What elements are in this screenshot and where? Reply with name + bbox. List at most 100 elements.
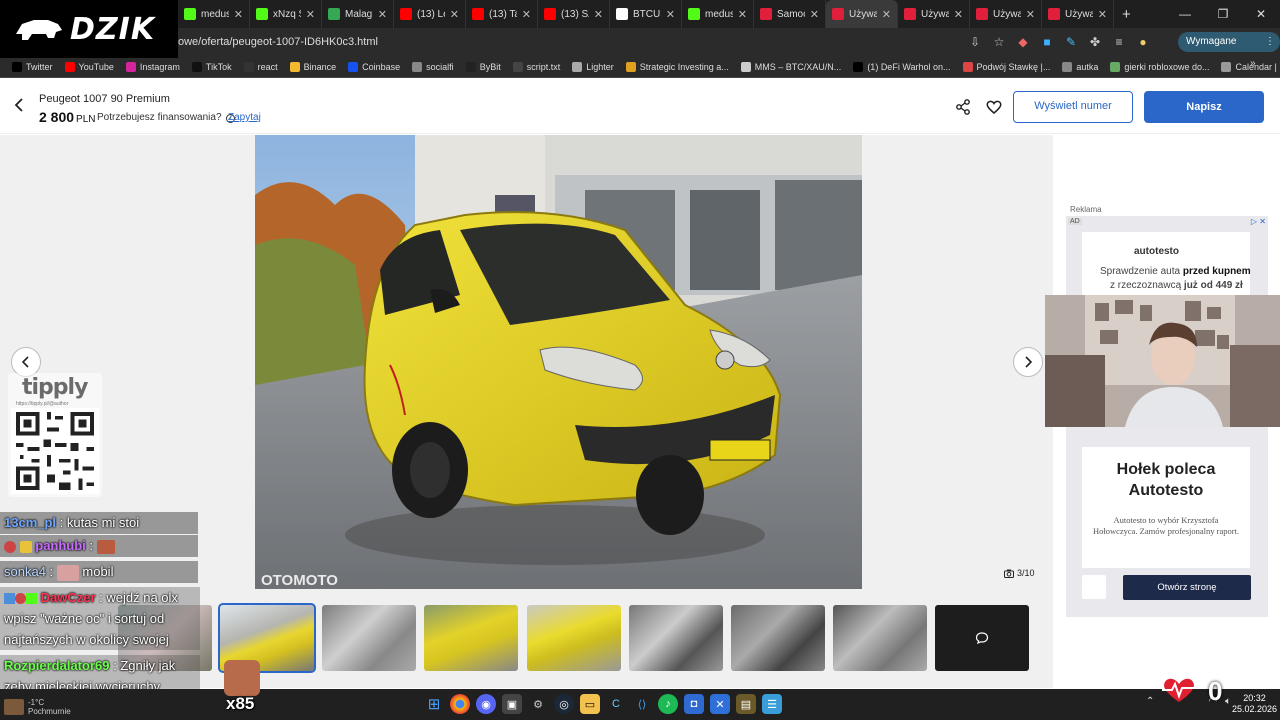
browser-tab[interactable]: (13) SZ ✕ xyxy=(538,0,610,28)
settings-gear-icon[interactable]: ⚙ xyxy=(528,694,548,714)
ad-choices-icon[interactable]: ▷ ✕ xyxy=(1251,217,1266,226)
browser-tab[interactable]: Malag ✕ xyxy=(322,0,394,28)
extensions-puzzle-icon[interactable]: ✤ xyxy=(1086,33,1104,51)
tab-close-icon[interactable]: ✕ xyxy=(450,8,459,21)
thumbnail-3[interactable] xyxy=(322,605,416,671)
browser-tab[interactable]: xNzq Si ✕ xyxy=(250,0,322,28)
tab-close-icon[interactable]: ✕ xyxy=(1026,8,1035,21)
url-field[interactable]: owe/oferta/peugeot-1007-ID6HK0c3.html xyxy=(178,32,958,52)
tab-close-icon[interactable]: ✕ xyxy=(882,8,891,21)
browser-tab[interactable]: medusi ✕ xyxy=(682,0,754,28)
write-message-button[interactable]: Napisz xyxy=(1144,91,1264,123)
bookmark-item[interactable]: Calendar | Forex Fac... xyxy=(1215,61,1280,72)
file-explorer-icon[interactable]: ▭ xyxy=(580,694,600,714)
tab-close-icon[interactable]: ✕ xyxy=(306,8,315,21)
financing-text: Potrzebujesz finansowania? xyxy=(97,112,222,123)
vscode-icon[interactable]: ⟨⟩ xyxy=(632,694,652,714)
bookmark-item[interactable]: script.txt xyxy=(507,61,567,72)
tab-close-icon[interactable]: ✕ xyxy=(738,8,747,21)
media-control-icon[interactable]: ≡ xyxy=(1110,33,1128,51)
tab-close-icon[interactable]: ✕ xyxy=(594,8,603,21)
bookmark-item[interactable]: Instagram xyxy=(120,61,186,72)
bookmark-item[interactable]: Podwój Stawkę |... xyxy=(957,61,1057,72)
restore-icon[interactable]: ❐ xyxy=(1204,7,1242,21)
thumbnail-4[interactable] xyxy=(424,605,518,671)
back-arrow-icon[interactable] xyxy=(12,97,28,113)
game-icon[interactable]: ▤ xyxy=(736,694,756,714)
thumbnail-8[interactable] xyxy=(833,605,927,671)
extension-blue-icon[interactable]: ■ xyxy=(1038,33,1056,51)
bookmarks-overflow-icon[interactable]: » xyxy=(1250,58,1256,69)
tab-close-icon[interactable]: ✕ xyxy=(666,8,675,21)
bookmark-label: socialfi xyxy=(426,61,454,72)
chrome-icon[interactable] xyxy=(450,694,470,714)
bookmark-item[interactable]: react xyxy=(238,61,284,72)
browser-tab[interactable]: (13) Ta ✕ xyxy=(466,0,538,28)
browser-tab[interactable]: Używar ✕ xyxy=(970,0,1042,28)
main-photo[interactable]: OTOMOTO xyxy=(255,135,862,589)
obs-icon[interactable]: ▣ xyxy=(502,694,522,714)
share-icon[interactable] xyxy=(954,98,972,116)
browser-tab[interactable]: BTCUS ✕ xyxy=(610,0,682,28)
tab-close-icon[interactable]: ✕ xyxy=(810,8,819,21)
bookmark-item[interactable]: Binance xyxy=(284,61,343,72)
show-phone-number-button[interactable]: Wyświetl numer xyxy=(1013,91,1133,123)
spotify-icon[interactable]: ♪ xyxy=(658,694,678,714)
thumbnail-more[interactable] xyxy=(935,605,1029,671)
extension-fox-icon[interactable]: ◆ xyxy=(1014,33,1032,51)
start-menu-icon[interactable]: ⊞ xyxy=(424,694,444,714)
bookmark-item[interactable]: socialfi xyxy=(406,61,460,72)
tab-close-icon[interactable]: ✕ xyxy=(378,8,387,21)
multiplier-label: x85 xyxy=(226,694,255,713)
close-icon[interactable]: ✕ xyxy=(1242,7,1280,21)
minimize-icon[interactable]: — xyxy=(1166,7,1204,21)
bookmark-item[interactable]: gierki robloxowe do... xyxy=(1104,61,1215,72)
bookmark-item[interactable]: (1) DeFi Warhol on... xyxy=(847,61,956,72)
bookmark-item[interactable]: YouTube xyxy=(59,61,120,72)
bookmark-item[interactable]: ByBit xyxy=(460,61,507,72)
bookmark-item[interactable]: Twitter xyxy=(6,61,59,72)
browser-tab[interactable]: Używar ✕ xyxy=(1042,0,1114,28)
bookmark-item[interactable]: autka xyxy=(1056,61,1104,72)
favorite-heart-icon[interactable] xyxy=(985,98,1003,116)
bookmark-star-icon[interactable]: ☆ xyxy=(990,33,1008,51)
thumbnail-5[interactable] xyxy=(527,605,621,671)
next-photo-button[interactable] xyxy=(1013,347,1043,377)
bookmark-item[interactable]: Coinbase xyxy=(342,61,406,72)
bookmark-item[interactable]: MMS – BTC/XAU/N... xyxy=(735,61,848,72)
tab-close-icon[interactable]: ✕ xyxy=(954,8,963,21)
ask-financing-link[interactable]: Zapytaj xyxy=(228,112,261,123)
tray-overflow-icon[interactable]: ⌃ xyxy=(1146,696,1154,707)
thumbnail-6[interactable] xyxy=(629,605,723,671)
profile-avatar-icon[interactable]: ● xyxy=(1134,33,1152,51)
ad-open-page-button[interactable]: Otwórz stronę xyxy=(1123,575,1251,600)
bookmark-item[interactable]: TikTok xyxy=(186,61,238,72)
browser-tab[interactable]: medusi ✕ xyxy=(178,0,250,28)
discord-icon[interactable]: ◉ xyxy=(476,694,496,714)
browser-tab[interactable]: (13) Le ✕ xyxy=(394,0,466,28)
new-tab-icon[interactable]: + xyxy=(1114,6,1139,23)
tab-close-icon[interactable]: ✕ xyxy=(522,8,531,21)
browser-tab[interactable]: Używar ✕ xyxy=(898,0,970,28)
browser-tab[interactable]: Używar ✕ xyxy=(826,0,898,28)
bookmark-item[interactable]: Strategic Investing a... xyxy=(620,61,735,72)
thumbnail-7[interactable] xyxy=(731,605,825,671)
bookmark-item[interactable]: Lighter xyxy=(566,61,620,72)
notepad-icon[interactable]: ☰ xyxy=(762,694,782,714)
weather-widget[interactable]: -1°C Pochmurnie xyxy=(4,696,71,718)
extension-translate-icon[interactable]: ✎ xyxy=(1062,33,1080,51)
excel-x-icon[interactable]: ✕ xyxy=(710,694,730,714)
copilot-icon[interactable]: C xyxy=(606,694,626,714)
bookmark-favicon-icon xyxy=(572,61,583,72)
bookmark-label: MMS – BTC/XAU/N... xyxy=(754,61,842,72)
capture-icon[interactable]: ◘ xyxy=(684,694,704,714)
tab-close-icon[interactable]: ✕ xyxy=(1098,8,1107,21)
required-action-button[interactable]: Wymagane działanie ⋮ xyxy=(1178,32,1280,67)
volume-icon[interactable]: 🔈︎ xyxy=(1225,696,1231,707)
tab-close-icon[interactable]: ✕ xyxy=(234,8,243,21)
install-app-icon[interactable]: ⇩ xyxy=(966,33,984,51)
steam-icon[interactable]: ◎ xyxy=(554,694,574,714)
browser-tab[interactable]: Samoc ✕ xyxy=(754,0,826,28)
more-menu-icon[interactable]: ⋮ xyxy=(1265,32,1275,52)
taskbar-clock[interactable]: 20:32 25.02.2026 xyxy=(1232,693,1277,715)
